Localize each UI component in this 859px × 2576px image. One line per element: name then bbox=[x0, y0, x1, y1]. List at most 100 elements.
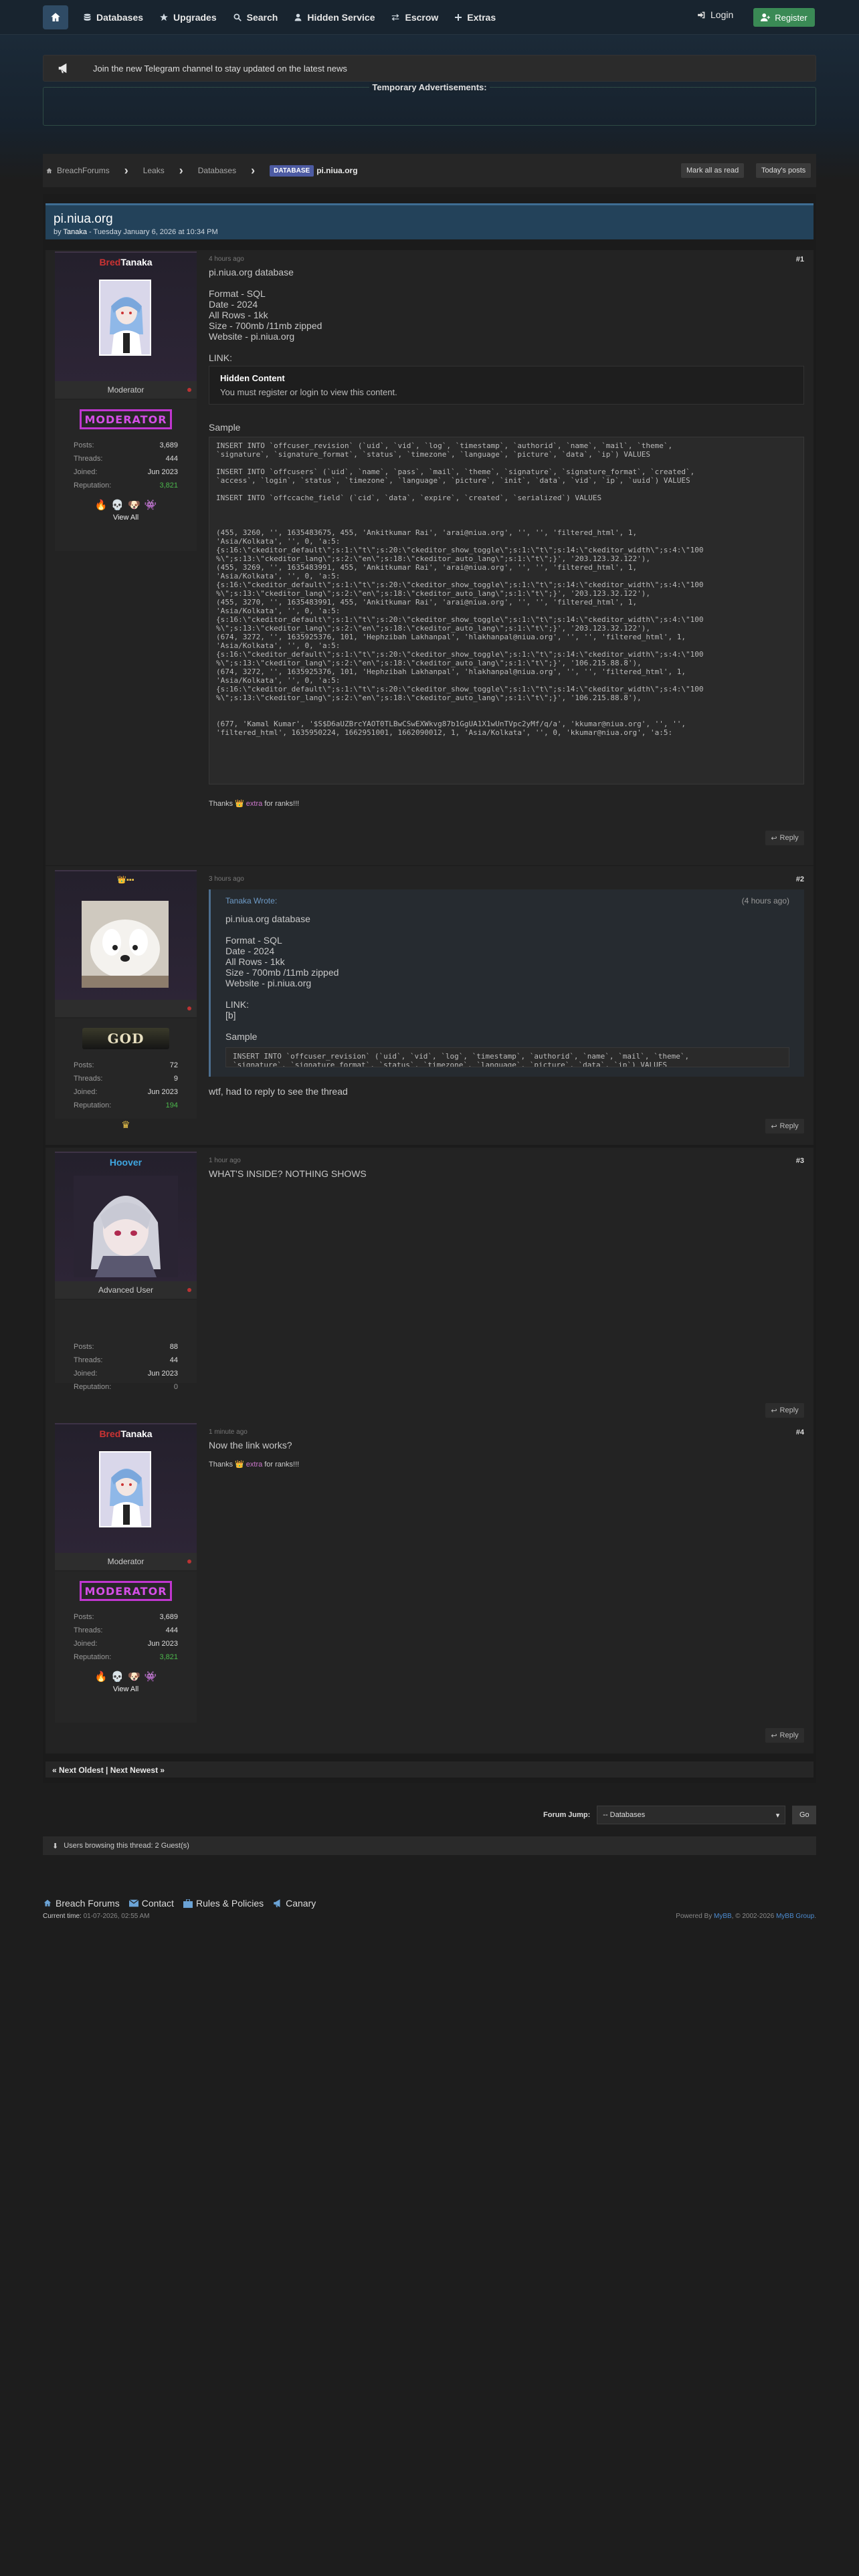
fire-award-icon[interactable]: 🔥 bbox=[95, 499, 108, 511]
user-role: Moderator bbox=[55, 381, 197, 399]
thanks-user-link[interactable]: extra bbox=[246, 800, 262, 808]
quote-author-link[interactable]: Tanaka Wrote: bbox=[225, 896, 277, 905]
breadcrumb-label: Leaks bbox=[142, 166, 165, 175]
footer-link-rules[interactable]: Rules & Policies bbox=[183, 1898, 264, 1909]
reply-button[interactable]: ↩ Reply bbox=[765, 1403, 804, 1418]
breadcrumb-databases[interactable]: Databases bbox=[198, 166, 236, 175]
user-role bbox=[55, 1000, 197, 1017]
crown-award-icon[interactable]: ♛ bbox=[121, 1119, 130, 1131]
stat-value: 88 bbox=[169, 1343, 178, 1351]
post: BredTanaka Moderator MODERATOR Posts: 3,6… bbox=[45, 1419, 814, 1753]
stat-label: Posts: bbox=[74, 441, 94, 449]
stat-value[interactable]: 3,821 bbox=[159, 1650, 178, 1664]
reply-button[interactable]: ↩ Reply bbox=[765, 1119, 804, 1134]
stat-value: Jun 2023 bbox=[147, 1088, 178, 1096]
username[interactable]: Hoover bbox=[55, 1153, 197, 1168]
login-link[interactable]: Login bbox=[697, 9, 733, 20]
view-all-awards-link[interactable]: View All bbox=[55, 511, 197, 522]
username[interactable]: BredTanaka bbox=[55, 253, 197, 267]
signature: Thanks 👑 extra for ranks!!! bbox=[209, 1460, 804, 1469]
breadcrumb-home[interactable]: BreachForums bbox=[45, 166, 110, 175]
dog-award-icon[interactable]: 🐶 bbox=[128, 1671, 140, 1683]
code-block[interactable]: INSERT INTO `offcuser_revision` (`uid`, … bbox=[209, 437, 804, 784]
thread-header: pi.niua.org by Tanaka - Tuesday January … bbox=[45, 203, 814, 239]
nav-extras[interactable]: Extras bbox=[454, 12, 496, 23]
stat-label: Reputation: bbox=[74, 1383, 112, 1391]
stat-value[interactable]: 194 bbox=[166, 1099, 178, 1112]
footer-link-breach-forums[interactable]: Breach Forums bbox=[43, 1898, 120, 1909]
view-all-awards-link[interactable]: View All bbox=[55, 1683, 197, 1693]
stat-label: Reputation: bbox=[74, 481, 112, 490]
login-label: Login bbox=[710, 9, 734, 20]
quote-content: pi.niua.org database Format - SQL Date -… bbox=[225, 914, 789, 1042]
chevron-right-icon: › bbox=[179, 163, 183, 177]
nav-upgrades[interactable]: Upgrades bbox=[159, 12, 217, 23]
home-button[interactable] bbox=[43, 5, 68, 29]
offline-status-icon bbox=[187, 1560, 191, 1564]
exchange-icon bbox=[392, 14, 399, 21]
stat-label: Posts: bbox=[74, 1061, 94, 1069]
megaphone-icon bbox=[274, 1899, 280, 1907]
fire-award-icon[interactable]: 🔥 bbox=[95, 1671, 108, 1683]
avatar[interactable] bbox=[99, 280, 151, 356]
stat-threads: Threads: 444 bbox=[55, 1624, 197, 1637]
nav-hidden-service[interactable]: Hidden Service bbox=[294, 12, 375, 23]
avatar[interactable] bbox=[99, 1451, 151, 1527]
stat-label: Posts: bbox=[74, 1613, 94, 1621]
forum-jump-go-button[interactable]: Go bbox=[792, 1806, 817, 1824]
avatar[interactable] bbox=[74, 1176, 178, 1277]
thanks-user-link[interactable]: extra bbox=[246, 1461, 262, 1469]
post-body: 1 hour ago #3 WHAT'S INSIDE? NOTHING SHO… bbox=[209, 1157, 804, 1179]
reply-button[interactable]: ↩ Reply bbox=[765, 831, 804, 845]
username[interactable]: BredTanaka bbox=[55, 1424, 197, 1439]
ghost-award-icon[interactable]: 👾 bbox=[145, 499, 157, 511]
post-number-link[interactable]: #2 bbox=[796, 875, 804, 883]
reply-label: Reply bbox=[779, 1731, 799, 1739]
content-line: [b] bbox=[225, 1010, 236, 1021]
footer-link-canary[interactable]: Canary bbox=[273, 1898, 316, 1909]
post-number-link[interactable]: #1 bbox=[796, 255, 804, 263]
nav-escrow[interactable]: Escrow bbox=[391, 12, 438, 23]
crown-icon: 👑 bbox=[235, 1461, 244, 1469]
mybb-link[interactable]: MyBB bbox=[714, 1913, 732, 1920]
skull-award-icon[interactable]: 💀 bbox=[111, 1671, 124, 1683]
username-blurred: ▪▪▪ bbox=[126, 876, 134, 884]
code-block[interactable]: INSERT INTO `offcuser_revision` (`uid`, … bbox=[225, 1047, 789, 1067]
offline-status-icon bbox=[187, 1006, 191, 1010]
stat-value[interactable]: 3,821 bbox=[159, 479, 178, 492]
thread-author-link[interactable]: Tanaka bbox=[63, 228, 86, 236]
thread-pagination[interactable]: « Next Oldest | Next Newest » bbox=[45, 1761, 814, 1778]
search-icon bbox=[233, 13, 242, 21]
content-line: All Rows - 1kk bbox=[209, 310, 268, 320]
todays-posts-button[interactable]: Today's posts bbox=[756, 163, 812, 178]
username[interactable]: 👑▪▪▪ bbox=[55, 871, 197, 884]
chevron-right-icon: › bbox=[124, 163, 128, 177]
stat-label: Posts: bbox=[74, 1343, 94, 1351]
nav-databases[interactable]: Databases bbox=[83, 12, 143, 23]
content-line: Size - 700mb /11mb zipped bbox=[225, 967, 339, 978]
breadcrumb-leaks[interactable]: Leaks bbox=[143, 166, 165, 175]
forum-jump-select[interactable]: -- Databases ▾ bbox=[597, 1806, 786, 1824]
stat-label: Joined: bbox=[74, 468, 98, 476]
mybb-group-link[interactable]: MyBB Group bbox=[776, 1913, 814, 1920]
stat-value[interactable]: 0 bbox=[174, 1380, 178, 1394]
post-number-link[interactable]: #3 bbox=[796, 1157, 804, 1165]
reply-button[interactable]: ↩ Reply bbox=[765, 1728, 804, 1743]
avatar[interactable] bbox=[82, 901, 169, 988]
mark-all-read-button[interactable]: Mark all as read bbox=[681, 163, 745, 178]
content-line: All Rows - 1kk bbox=[225, 956, 285, 967]
stat-value: 3,689 bbox=[159, 441, 178, 449]
post-number-link[interactable]: #4 bbox=[796, 1428, 804, 1436]
skull-award-icon[interactable]: 💀 bbox=[111, 499, 124, 511]
nav-search[interactable]: Search bbox=[233, 12, 278, 23]
footer-link-contact[interactable]: Contact bbox=[128, 1898, 174, 1909]
powered-text: Powered By bbox=[676, 1913, 712, 1920]
footer: Breach Forums Contact Rules & Policies C… bbox=[43, 1898, 816, 1920]
content-line: LINK: bbox=[225, 999, 250, 1010]
dog-award-icon[interactable]: 🐶 bbox=[128, 499, 140, 511]
post-content: wtf, had to reply to see the thread bbox=[209, 1086, 348, 1097]
hidden-content-box: Hidden Content You must register or logi… bbox=[209, 366, 804, 405]
register-button[interactable]: Register bbox=[753, 8, 815, 27]
ghost-award-icon[interactable]: 👾 bbox=[145, 1671, 157, 1683]
stat-reputation: Reputation: 3,821 bbox=[55, 1650, 197, 1664]
